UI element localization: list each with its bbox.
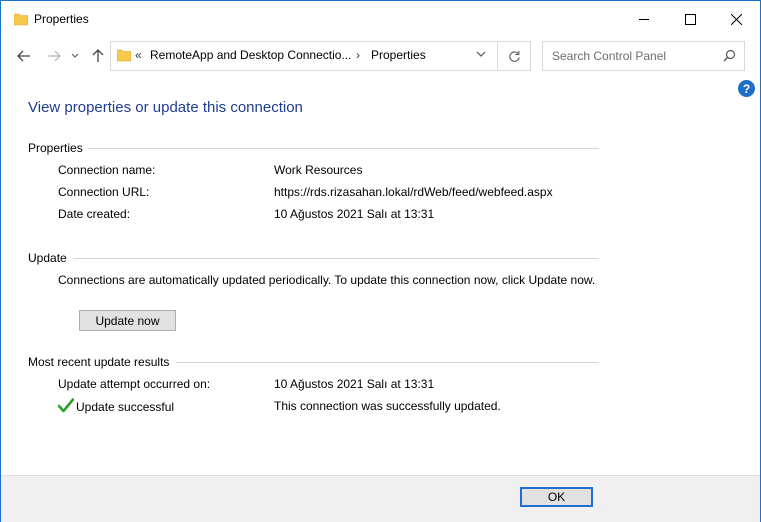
- title-bar[interactable]: Properties: [1, 1, 760, 37]
- date-created-value: 10 Ağustos 2021 Salı at 13:31: [274, 207, 435, 221]
- breadcrumb-overflow[interactable]: «: [135, 48, 142, 62]
- connection-url-value: https://rds.rizasahan.lokal/rdWeb/feed/w…: [274, 185, 553, 199]
- properties-window: Properties « RemoteApp and Desktop Conne…: [0, 0, 761, 522]
- back-arrow-icon: [17, 50, 30, 62]
- checkmark-icon: [58, 398, 74, 413]
- close-icon: [730, 13, 742, 25]
- address-dropdown-icon[interactable]: [475, 48, 487, 60]
- dialog-footer: OK: [1, 475, 760, 522]
- properties-divider: [88, 148, 599, 149]
- date-created-label: Date created:: [58, 207, 131, 221]
- breadcrumb-remoteapp[interactable]: RemoteApp and Desktop Connectio...: [150, 48, 351, 62]
- results-divider: [176, 362, 599, 363]
- search-icon[interactable]: [723, 49, 736, 62]
- update-section-title: Update: [28, 251, 67, 265]
- up-button[interactable]: [90, 48, 106, 64]
- back-button[interactable]: [16, 48, 32, 64]
- close-button[interactable]: [713, 1, 759, 37]
- window-title: Properties: [34, 12, 89, 26]
- connection-name-label: Connection name:: [58, 163, 156, 177]
- connection-url-label: Connection URL:: [58, 185, 150, 199]
- update-attempt-value: 10 Ağustos 2021 Salı at 13:31: [274, 377, 435, 391]
- navigation-bar: « RemoteApp and Desktop Connectio... › P…: [1, 39, 760, 73]
- update-description: Connections are automatically updated pe…: [58, 273, 596, 287]
- help-icon[interactable]: ?: [738, 80, 755, 97]
- recent-locations-button[interactable]: [69, 48, 81, 64]
- breadcrumb-properties[interactable]: Properties: [371, 48, 426, 62]
- update-status-label: Update successful: [76, 400, 175, 414]
- refresh-button[interactable]: [498, 41, 531, 71]
- update-now-button[interactable]: Update now: [79, 310, 176, 331]
- ok-button[interactable]: OK: [520, 487, 593, 507]
- forward-arrow-icon: [48, 50, 61, 62]
- forward-button[interactable]: [46, 48, 62, 64]
- connection-name-value: Work Resources: [274, 163, 363, 177]
- update-divider: [73, 258, 599, 259]
- refresh-icon: [508, 50, 520, 62]
- breadcrumb-separator[interactable]: ›: [356, 48, 360, 62]
- minimize-icon: [638, 18, 649, 20]
- page-title: View properties or update this connectio…: [28, 99, 303, 116]
- update-attempt-label: Update attempt occurred on:: [58, 377, 211, 391]
- search-input[interactable]: [543, 42, 722, 70]
- results-section-title: Most recent update results: [28, 355, 170, 369]
- chevron-down-icon: [71, 53, 79, 58]
- minimize-button[interactable]: [621, 1, 667, 37]
- up-arrow-icon: [92, 49, 104, 62]
- folder-icon: [14, 13, 28, 26]
- maximize-icon: [684, 13, 696, 25]
- folder-icon: [117, 49, 131, 62]
- maximize-button[interactable]: [667, 1, 713, 37]
- search-box[interactable]: [542, 41, 745, 71]
- address-bar[interactable]: « RemoteApp and Desktop Connectio... › P…: [110, 41, 498, 71]
- update-status-value: This connection was successfully updated…: [274, 399, 501, 413]
- properties-section-title: Properties: [28, 141, 83, 155]
